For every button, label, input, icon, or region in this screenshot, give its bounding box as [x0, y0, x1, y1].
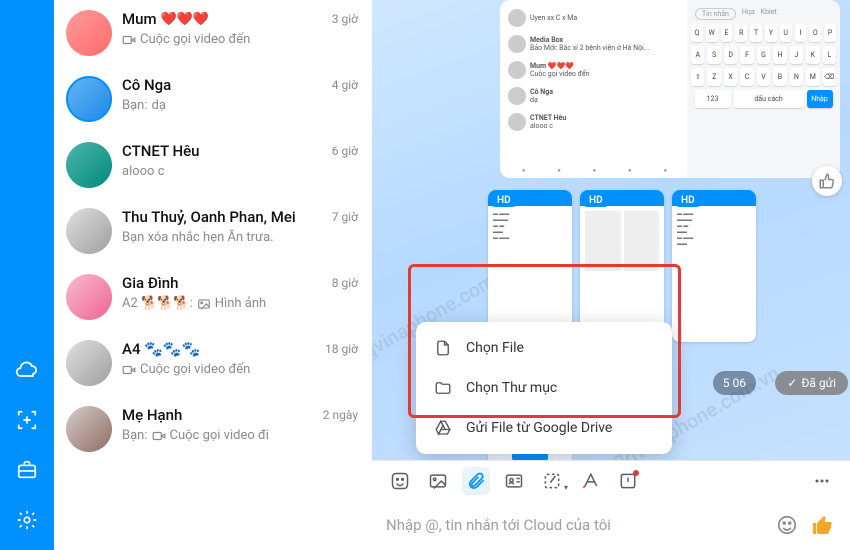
briefcase-icon[interactable]	[15, 458, 39, 482]
avatar	[66, 340, 112, 386]
chat-subtitle: Cuộc gọi video đến	[122, 362, 358, 377]
menu-label: Chọn File	[466, 340, 524, 356]
quick-like-icon[interactable]	[810, 512, 836, 538]
google-drive-icon	[434, 419, 452, 437]
attach-drive-option[interactable]: Gửi File từ Google Drive	[416, 408, 672, 448]
sent-status: ✓Đã gửi	[775, 371, 848, 395]
chat-title: Mẹ Hạnh	[122, 406, 182, 424]
message-area[interactable]: 3gvinaphone.com.vn 3gvinaphone.com.vn 3g…	[372, 0, 850, 460]
chat-item[interactable]: Mẹ Hạnh Bạn: Cuộc gọi video đi 2 ngày	[54, 396, 372, 462]
sticker-icon[interactable]	[386, 467, 414, 495]
conversation-list: Mum ❤️❤️❤️ Cuộc gọi video đến 3 giờ Cô N…	[54, 0, 372, 550]
chat-time: 8 giờ	[332, 276, 358, 290]
left-nav-rail	[0, 0, 54, 550]
settings-icon[interactable]	[15, 508, 39, 532]
message-input[interactable]	[386, 516, 764, 534]
chat-title: CTNET Hêu	[122, 142, 200, 160]
chat-item[interactable]: Gia Đình A2 🐕🐕🐕: Hình ảnh 8 giờ	[54, 264, 372, 330]
chat-subtitle: Bạn xóa nhắc hẹn Ăn trưa.	[122, 230, 358, 245]
chat-time: 4 giờ	[332, 78, 358, 92]
avatar	[66, 76, 112, 122]
screenshot-icon[interactable]: ▾	[538, 467, 566, 495]
contact-card-icon[interactable]	[500, 467, 528, 495]
chat-pane: 3gvinaphone.com.vn 3gvinaphone.com.vn 3g…	[372, 0, 850, 550]
chat-subtitle: Bạn: Cuộc gọi video đi	[122, 428, 358, 443]
heart-icon: ❤️❤️❤️	[161, 12, 210, 27]
menu-label: Gửi File từ Google Drive	[466, 420, 612, 436]
menu-label: Chọn Thư mục	[466, 380, 557, 396]
message-input-bar	[372, 500, 850, 550]
avatar	[66, 274, 112, 320]
file-icon	[434, 339, 452, 357]
chat-subtitle: Cuộc gọi video đến	[122, 32, 358, 47]
message-image[interactable]: Uyen xx C x Ma Media BoxBảo Mới: Bắc xí …	[500, 0, 840, 178]
capture-icon[interactable]	[15, 408, 39, 432]
chat-time: 7 giờ	[332, 210, 358, 224]
chat-time: 18 giờ	[325, 342, 358, 356]
chat-title: Cô Nga	[122, 76, 171, 94]
chat-item[interactable]: Mum ❤️❤️❤️ Cuộc gọi video đến 3 giờ	[54, 0, 372, 66]
chat-item[interactable]: Thu Thuỷ, Oanh Phan, Mei Bạn xóa nhắc hẹ…	[54, 198, 372, 264]
avatar	[66, 406, 112, 452]
message-thumbnail[interactable]: HD	[580, 190, 664, 342]
message-time: 5 06	[713, 371, 756, 395]
chat-subtitle: alooo c	[122, 164, 358, 179]
chat-title: Gia Đình	[122, 274, 178, 292]
format-icon[interactable]	[576, 467, 604, 495]
hd-badge: HD	[676, 194, 700, 207]
hd-badge: HD	[492, 194, 516, 207]
chat-subtitle: A2 🐕🐕🐕: Hình ảnh	[122, 296, 358, 311]
chat-title: Thu Thuỷ, Oanh Phan, Mei	[122, 208, 296, 226]
avatar	[66, 142, 112, 188]
avatar	[66, 10, 112, 56]
chat-item[interactable]: CTNET Hêu alooo c 6 giờ	[54, 132, 372, 198]
attach-file-option[interactable]: Chọn File	[416, 328, 672, 368]
attach-icon[interactable]	[462, 467, 490, 495]
priority-icon[interactable]	[614, 467, 642, 495]
image-icon[interactable]	[424, 467, 452, 495]
avatar	[66, 208, 112, 254]
cloud-icon[interactable]	[15, 358, 39, 382]
more-icon[interactable]	[808, 467, 836, 495]
compose-toolbar: ▾	[372, 460, 850, 500]
attach-folder-option[interactable]: Chọn Thư mục	[416, 368, 672, 408]
chat-item[interactable]: Cô Nga Bạn: dạ 4 giờ	[54, 66, 372, 132]
chat-time: 6 giờ	[332, 144, 358, 158]
hd-badge: HD	[584, 194, 608, 207]
message-thumbnail[interactable]: HD▬ ▬▬▬▬▬▬ ▬▬▬▬ ▬▬▬▬	[672, 190, 756, 342]
attach-menu: Chọn File Chọn Thư mục Gửi File từ Googl…	[416, 322, 672, 454]
chat-time: 3 giờ	[332, 12, 358, 26]
chat-item[interactable]: A4 🐾🐾🐾 Cuộc gọi video đến 18 giờ	[54, 330, 372, 396]
chat-subtitle: Bạn: dạ	[122, 98, 358, 113]
message-thumbnail[interactable]: HD▬ ▬▬▬▬▬▬ ▬▬▬▬ ▬▬	[488, 190, 572, 342]
chat-time: 2 ngày	[323, 408, 358, 422]
folder-icon	[434, 379, 452, 397]
chat-title: Mum	[122, 10, 157, 28]
chat-title: A4 🐾🐾🐾	[122, 340, 200, 358]
emoji-icon[interactable]	[774, 512, 800, 538]
